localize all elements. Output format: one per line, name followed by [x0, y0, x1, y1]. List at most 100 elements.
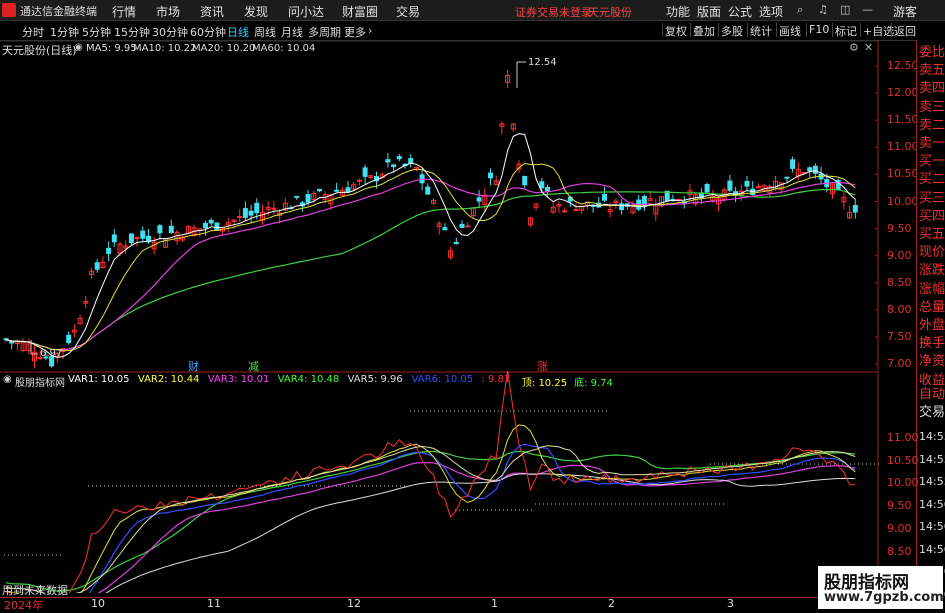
period-15min[interactable]: 15分钟: [114, 24, 150, 40]
side-field-label[interactable]: 买一: [919, 153, 945, 171]
candle-body: [488, 172, 493, 179]
indicator-dropdown-icon[interactable]: ◉: [3, 374, 12, 385]
period-intraday[interactable]: 分时: [22, 24, 44, 40]
tick-time-label: 14:56: [919, 542, 945, 556]
candle-body: [425, 186, 431, 195]
restore-icon[interactable]: ◫: [840, 3, 850, 16]
multi-stock-button[interactable]: 多股: [718, 23, 745, 38]
candle-body: [168, 225, 174, 234]
candle-body: [727, 180, 733, 191]
side-field-label[interactable]: 换手: [919, 335, 945, 353]
menu-news[interactable]: 资讯: [200, 3, 224, 20]
period-30min[interactable]: 30分钟: [152, 24, 188, 40]
stats-button[interactable]: 统计: [747, 23, 774, 38]
close-icon[interactable]: ✕: [864, 41, 873, 54]
tick-time-label: 14:55: [919, 430, 945, 443]
overlay-button[interactable]: 叠加: [690, 23, 717, 38]
indicator-var-label: VAR5: 9.96: [347, 374, 403, 385]
side-field-label[interactable]: 涨跌: [919, 262, 945, 280]
price-tick-label: 8.00: [887, 302, 912, 316]
side-field-label[interactable]: 委比: [919, 44, 945, 62]
candle-body: [317, 188, 322, 192]
side-field-label[interactable]: 买四: [919, 208, 945, 226]
guest-label[interactable]: 游客: [893, 3, 917, 20]
candle-body: [562, 210, 568, 213]
side-field-label[interactable]: 买五: [919, 226, 945, 244]
period-monthly[interactable]: 月线: [281, 24, 303, 40]
period-1min[interactable]: 1分钟: [50, 24, 79, 40]
menu-quotes[interactable]: 行情: [112, 3, 136, 20]
period-weekly[interactable]: 周线: [254, 24, 276, 40]
menu-formula[interactable]: 公式: [728, 3, 752, 20]
side-field-label[interactable]: 卖三: [919, 99, 945, 117]
side-tab[interactable]: 交易: [919, 404, 945, 422]
time-label-feb: 2: [608, 597, 615, 610]
minimize-icon[interactable]: —: [862, 3, 873, 16]
chart-title: 天元股份(日线): [2, 44, 77, 57]
chevron-right-icon[interactable]: ›: [368, 24, 372, 37]
side-field-label[interactable]: 外盘: [919, 317, 945, 335]
menu-options[interactable]: 选项: [759, 3, 783, 20]
menu-trade[interactable]: 交易: [396, 3, 420, 20]
indicator-name[interactable]: 股朋指标网: [15, 374, 65, 389]
indicator-var-label: 底: 9.74: [574, 378, 613, 389]
price-tick-label: 10.50: [887, 167, 919, 181]
period-60min[interactable]: 60分钟: [190, 24, 226, 40]
candle-body: [442, 227, 448, 231]
side-field-label[interactable]: 买二: [919, 171, 945, 189]
price-tick-label: 10.00: [887, 194, 919, 208]
side-field-label[interactable]: 净资: [919, 353, 945, 371]
indicator-chart[interactable]: [0, 371, 915, 593]
period-more[interactable]: 更多: [344, 24, 366, 40]
side-field-label[interactable]: 现价: [919, 244, 945, 262]
indicator-var-label: VAR2: 10.44: [137, 374, 200, 385]
time-label-oct: 10: [91, 597, 105, 610]
candle-body: [128, 233, 134, 244]
side-field-label[interactable]: 卖一: [919, 135, 945, 153]
candle-body: [744, 180, 750, 187]
login-hint[interactable]: 证券交易未登录: [515, 4, 592, 20]
candle-body: [66, 334, 72, 344]
candle-body: [573, 209, 579, 212]
candle-body: [396, 156, 402, 160]
mark-button[interactable]: 标记: [832, 23, 859, 38]
candle-body: [106, 247, 112, 254]
ma10-label: MA10: 10.22: [133, 43, 197, 54]
indicator-var-label: 顶: 10.25: [521, 378, 568, 389]
f10-button[interactable]: F10: [806, 23, 831, 37]
dropdown-icon[interactable]: ◉: [74, 42, 83, 53]
bell-icon[interactable]: ♫: [818, 3, 828, 16]
candle-body: [453, 242, 459, 245]
candle-body: [294, 195, 300, 198]
menu-market[interactable]: 市场: [156, 3, 180, 20]
side-field-label[interactable]: 卖二: [919, 117, 945, 135]
adjust-button[interactable]: 复权: [662, 23, 689, 38]
side-field-label[interactable]: 买三: [919, 190, 945, 208]
period-daily[interactable]: 日线: [227, 24, 249, 40]
side-tab[interactable]: 自动: [919, 386, 945, 404]
tick-time-label: 14:55: [919, 452, 945, 466]
menu-discover[interactable]: 发现: [244, 3, 268, 20]
candle-body: [94, 262, 100, 270]
search-icon[interactable]: ⌕: [797, 3, 803, 17]
menu-wealth-circle[interactable]: 财富圈: [342, 3, 378, 20]
side-field-label[interactable]: 总量: [919, 299, 945, 317]
settings-icon[interactable]: ⚙: [849, 41, 859, 54]
menu-function[interactable]: 功能: [666, 3, 690, 20]
candle-body: [522, 175, 528, 186]
price-tick-label: 7.00: [887, 357, 912, 371]
indicator-tick-label: 11.00: [887, 431, 919, 444]
back-button[interactable]: 返回: [891, 23, 918, 38]
period-5min[interactable]: 5分钟: [82, 24, 111, 40]
watermark-url: www.7gpzb.com: [824, 590, 944, 605]
side-field-label[interactable]: 卖五: [919, 62, 945, 80]
menu-layout[interactable]: 版面: [697, 3, 721, 20]
candle-body: [9, 341, 15, 344]
side-field-label[interactable]: 涨幅: [919, 281, 945, 299]
side-field-label[interactable]: 卖四: [919, 80, 945, 98]
indicator-var-label: VAR6: 10.05: [411, 374, 474, 385]
period-multi[interactable]: 多周期: [308, 24, 341, 40]
draw-line-button[interactable]: 画线: [776, 23, 803, 38]
candlestick-chart[interactable]: [0, 40, 915, 370]
menu-ask-xiaoda[interactable]: 问小达: [288, 3, 324, 20]
